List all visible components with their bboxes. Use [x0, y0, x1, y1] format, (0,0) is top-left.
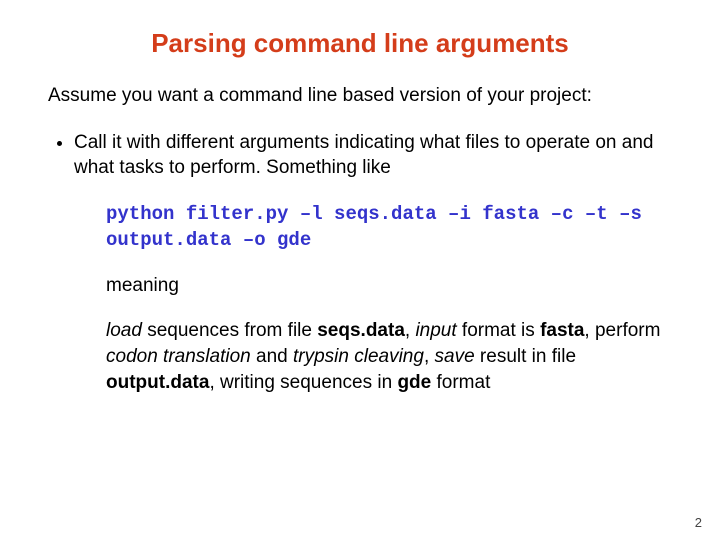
text-frag: , — [424, 346, 435, 367]
text-frag: , perform — [584, 320, 660, 341]
word-codon: codon translation — [106, 346, 251, 367]
code-line-1: python filter.py –l seqs.data –i fasta –… — [106, 203, 642, 225]
bold-seqs: seqs.data — [317, 320, 405, 341]
text-frag: format is — [457, 320, 540, 341]
text-frag: , writing sequences in — [209, 372, 397, 393]
bullet-item: Call it with different arguments indicat… — [74, 131, 672, 395]
intro-text: Assume you want a command line based ver… — [48, 85, 672, 107]
explanation-text: load sequences from file seqs.data, inpu… — [106, 318, 672, 395]
bold-fasta: fasta — [540, 320, 584, 341]
word-save: save — [435, 346, 475, 367]
word-input: input — [415, 320, 456, 341]
bold-output: output.data — [106, 372, 209, 393]
page-number: 2 — [695, 515, 702, 530]
text-frag: result in file — [475, 346, 576, 367]
meaning-label: meaning — [106, 274, 672, 299]
word-trypsin: trypsin cleaving — [293, 346, 424, 367]
text-frag: , — [405, 320, 416, 341]
word-load: load — [106, 320, 142, 341]
bold-gde: gde — [397, 372, 431, 393]
bullet-list: Call it with different arguments indicat… — [48, 131, 672, 395]
text-frag: sequences from file — [142, 320, 317, 341]
text-frag: and — [251, 346, 293, 367]
text-frag: format — [431, 372, 490, 393]
bullet-text: Call it with different arguments indicat… — [74, 132, 653, 178]
slide: Parsing command line arguments Assume yo… — [0, 0, 720, 395]
code-line-2: output.data –o gde — [106, 229, 311, 251]
slide-title: Parsing command line arguments — [48, 28, 672, 59]
code-example: python filter.py –l seqs.data –i fasta –… — [106, 202, 672, 253]
